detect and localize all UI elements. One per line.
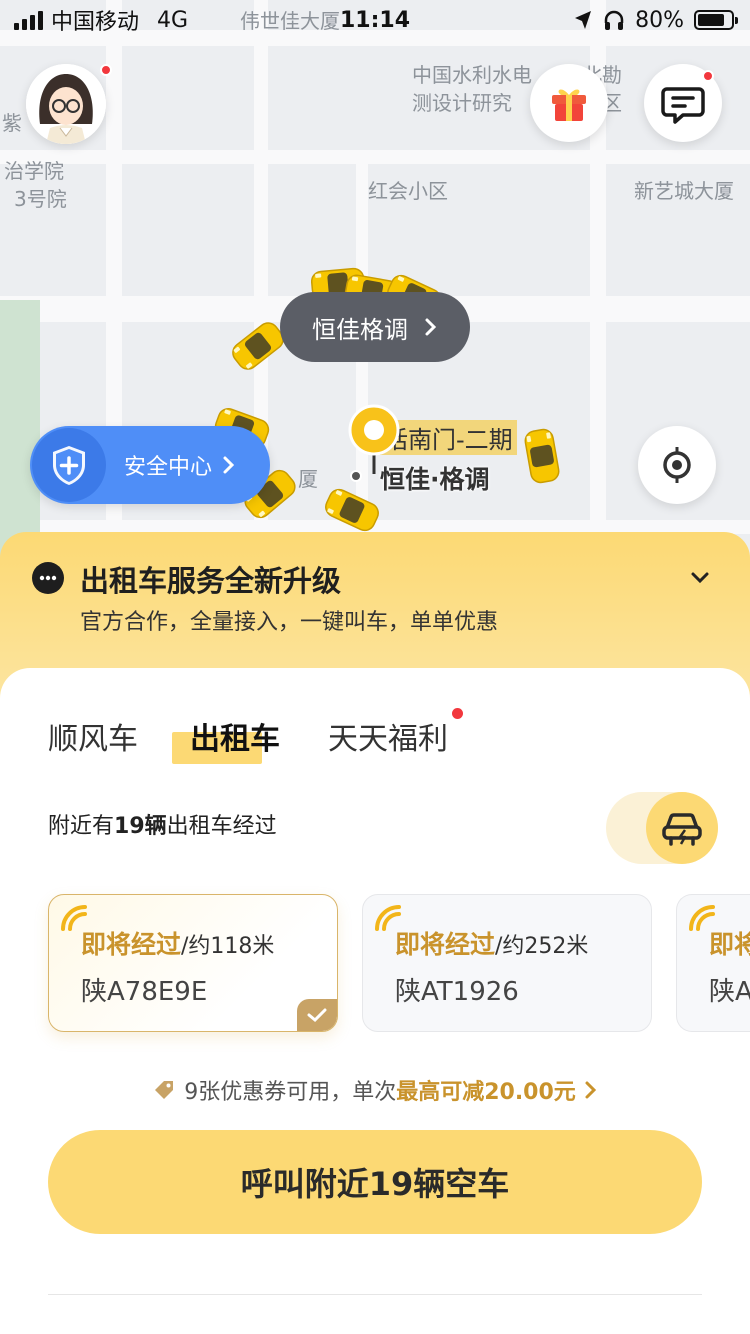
battery-icon xyxy=(694,10,738,30)
nearby-count: 19辆 xyxy=(114,814,167,839)
promo-subtitle: 官方合作，全量接入，一键叫车，单单优惠 xyxy=(80,610,499,635)
promo-title: 出租车服务全新升级 xyxy=(80,564,342,598)
nearby-suffix: 出租车经过 xyxy=(166,814,277,839)
car-eta: 即将经过 xyxy=(395,930,496,959)
call-taxi-button[interactable]: 呼叫附近19辆空车 xyxy=(48,1130,702,1234)
carrier-name: 中国移动 xyxy=(51,10,140,35)
pickup-location-label: 恒佳格调 xyxy=(312,315,408,344)
car-distance: /约118米 xyxy=(181,934,275,959)
chevron-down-icon[interactable] xyxy=(688,566,712,590)
shield-icon xyxy=(53,446,85,485)
chevron-right-icon xyxy=(425,318,437,336)
network-type: 4G xyxy=(157,7,189,33)
check-icon xyxy=(297,999,337,1031)
divider xyxy=(48,1294,702,1295)
gift-button[interactable] xyxy=(530,64,608,142)
signal-icon xyxy=(14,10,43,30)
car-plate: 陕AT1926 xyxy=(395,977,519,1007)
locate-me-button[interactable] xyxy=(638,426,716,504)
car-eta: 即将 xyxy=(709,930,750,959)
car-icon xyxy=(662,813,702,846)
safety-center-label: 安全中心 xyxy=(124,455,213,480)
tab-hitch[interactable]: 顺风车 xyxy=(48,714,138,758)
car-card[interactable]: 即将经过/约252米 陕AT1926 xyxy=(362,894,652,1032)
coupon-info[interactable]: 9张优惠券可用，单次最高可减20.00元 xyxy=(0,1074,750,1106)
tab-badge xyxy=(452,708,463,719)
toggle-knob[interactable] xyxy=(646,792,718,864)
car-distance: /约252米 xyxy=(495,934,589,959)
tab-taxi[interactable]: 出租车 xyxy=(190,714,280,758)
gift-icon xyxy=(552,89,586,121)
message-icon xyxy=(661,87,705,124)
safety-center-button[interactable]: 安全中心 xyxy=(30,426,270,504)
pickup-pin-icon[interactable] xyxy=(346,404,402,476)
car-card[interactable]: 即将 陕A xyxy=(676,894,750,1032)
pickup-location-bubble[interactable]: 恒佳格调 xyxy=(280,292,470,362)
locate-icon xyxy=(663,447,691,483)
location-dot xyxy=(350,470,362,482)
location-arrow-icon xyxy=(575,11,592,29)
chevron-right-icon xyxy=(223,456,235,474)
tab-daily-rewards[interactable]: 天天福利 xyxy=(328,714,448,758)
nearby-taxi-count: 附近有19辆出租车经过 xyxy=(48,808,277,840)
coupon-text: 9张优惠券可用，单次 xyxy=(184,1080,397,1105)
avatar-badge xyxy=(100,64,112,76)
chevron-right-icon xyxy=(585,1081,596,1099)
chat-bubble-icon xyxy=(32,562,64,594)
car-card[interactable]: 即将经过/约118米 陕A78E9E xyxy=(48,894,338,1032)
battery-percent: 80% xyxy=(635,7,684,33)
nearby-prefix: 附近有 xyxy=(48,814,115,839)
headphones-icon xyxy=(604,10,624,30)
car-eta: 即将经过 xyxy=(81,930,182,959)
car-plate: 陕A78E9E xyxy=(81,977,208,1007)
status-bar: 中国移动 4G 11:14 80% xyxy=(0,0,750,40)
car-plate: 陕A xyxy=(709,977,750,1007)
user-avatar[interactable] xyxy=(26,64,106,144)
avatar-illustration xyxy=(26,64,106,144)
message-badge xyxy=(702,70,714,82)
coupon-highlight: 最高可减20.00元 xyxy=(396,1080,576,1105)
tag-icon xyxy=(155,1081,174,1099)
